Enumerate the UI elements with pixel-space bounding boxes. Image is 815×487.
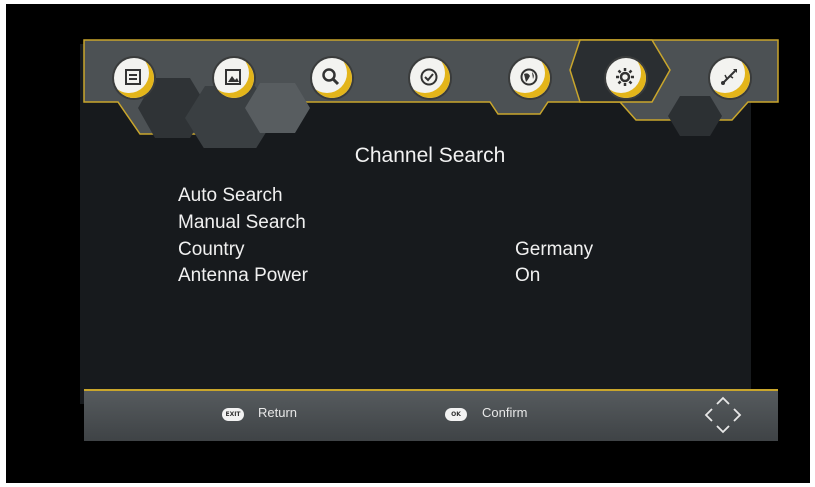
confirm-hint[interactable]: Confirm <box>482 405 528 420</box>
country-value[interactable]: Germany <box>515 239 593 261</box>
return-hint[interactable]: Return <box>258 405 297 420</box>
list-icon[interactable] <box>114 58 154 98</box>
antenna-power-value[interactable]: On <box>515 265 540 287</box>
search-icon[interactable] <box>312 58 352 98</box>
globe-icon[interactable] <box>510 58 550 98</box>
page-title: Channel Search <box>354 144 506 167</box>
menu-item-country[interactable]: Country <box>178 239 245 261</box>
menu-item-antenna-power[interactable]: Antenna Power <box>178 265 308 287</box>
bottom-hint-bar <box>84 389 778 441</box>
picture-icon[interactable] <box>214 58 254 98</box>
menu-item-manual-search[interactable]: Manual Search <box>178 212 306 234</box>
clock-icon[interactable] <box>410 58 450 98</box>
direction-arrows-icon <box>704 396 742 434</box>
top-menu-bar <box>80 38 780 150</box>
menu-item-auto-search[interactable]: Auto Search <box>178 185 283 207</box>
usb-icon[interactable] <box>710 58 750 98</box>
gear-icon[interactable] <box>606 58 646 98</box>
exit-key-icon: EXIT <box>222 408 244 421</box>
ok-key-icon: OK <box>445 408 467 421</box>
